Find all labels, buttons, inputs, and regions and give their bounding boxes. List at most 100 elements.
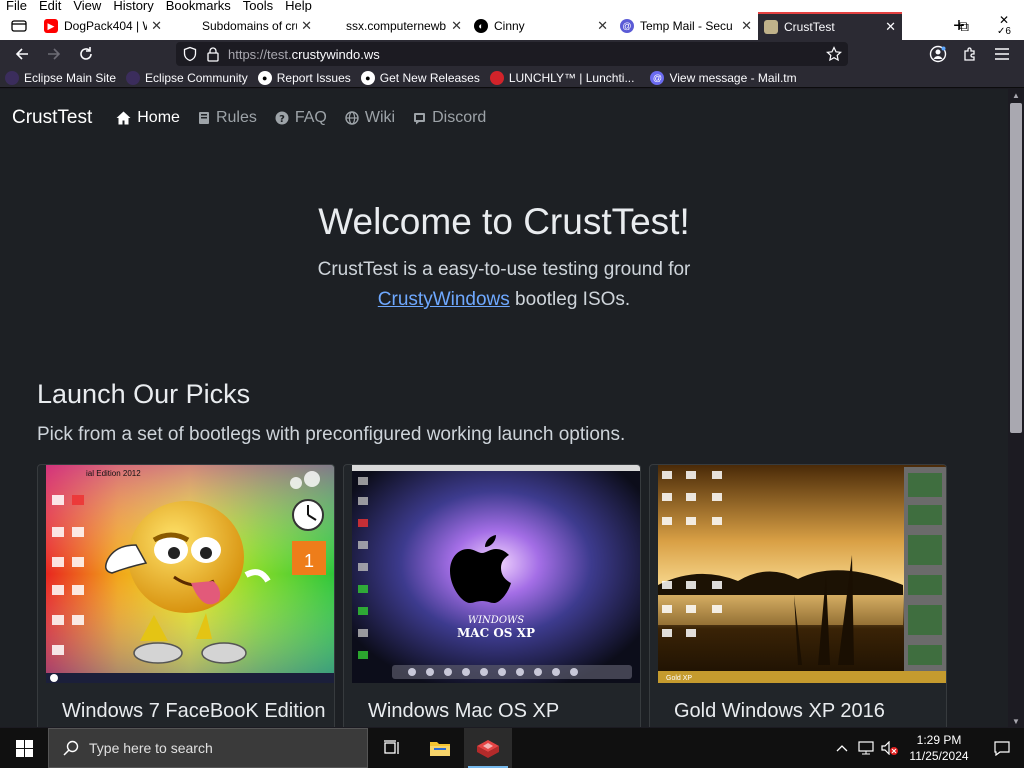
site-brand[interactable]: CrustTest (12, 107, 92, 129)
crustywindows-link[interactable]: CrustyWindows (378, 289, 510, 310)
bookmark-eclipse-main[interactable]: Eclipse Main Site (0, 70, 121, 85)
close-icon[interactable]: ✕ (597, 18, 608, 34)
volume-muted-icon[interactable] (878, 741, 902, 755)
lunchly-icon (489, 70, 504, 85)
taskbar-search[interactable]: Type here to search (48, 728, 368, 768)
chevron-up-icon[interactable] (830, 744, 854, 752)
toolbar-right (922, 40, 1018, 68)
firefox-icon (477, 740, 499, 758)
taskbar-clock[interactable]: 1:29 PM 11/25/2024 (908, 732, 970, 764)
tab-ssx[interactable]: ssx.computernewb.cc ✕ (318, 12, 468, 40)
win7-facebook-screenshot: ial Edition 2012 1 (46, 465, 334, 683)
hero-line-1: CrustTest is a easy-to-use testing groun… (317, 259, 691, 280)
site-navbar: CrustTest Home Rules ? FAQ Wiki Discord (0, 89, 1008, 147)
firefox-taskbar-button[interactable] (464, 728, 512, 768)
menu-view[interactable]: View (67, 0, 107, 12)
search-icon (63, 740, 79, 756)
url-bar[interactable]: https://test.crustywindo.ws (176, 42, 848, 66)
restore-button[interactable]: ⧉ (944, 12, 984, 40)
menu-tools[interactable]: Tools (237, 0, 279, 12)
tab-crusttest[interactable]: CrustTest ✕ (758, 12, 902, 40)
puzzle-icon (964, 47, 975, 61)
menu-edit[interactable]: Edit (33, 0, 67, 12)
account-button[interactable] (922, 40, 954, 68)
bookmark-lunchly[interactable]: LUNCHLY™ | Lunchti... (485, 70, 640, 85)
arrow-left-icon (15, 48, 28, 60)
question-icon: ? (275, 111, 289, 125)
page-scrollbar[interactable]: ▲ ▼ (1008, 89, 1024, 727)
back-button[interactable] (6, 40, 38, 68)
at-icon: @ (650, 70, 665, 85)
tab-cinny[interactable]: ◐ Cinny ✕ (468, 12, 614, 40)
file-explorer-button[interactable] (416, 728, 464, 768)
scroll-thumb[interactable] (1010, 103, 1022, 433)
tab-subdomains[interactable]: Subdomains of crusty ✕ (168, 12, 318, 40)
svg-text:1: 1 (304, 551, 314, 571)
card-win7-facebook[interactable]: ial Edition 2012 1 Windows 7 FaceBooK Ed… (37, 464, 335, 727)
nav-home[interactable]: Home (116, 109, 180, 127)
nav-discord[interactable]: Discord (413, 109, 486, 127)
bookmark-report-issues[interactable]: ● Report Issues (253, 70, 356, 85)
svg-text:MAC OS XP: MAC OS XP (457, 626, 535, 640)
github-icon: ● (360, 70, 375, 85)
close-icon[interactable]: ✕ (885, 19, 896, 35)
extensions-button[interactable] (954, 40, 986, 68)
card-gold-xp[interactable]: Gold XP Gold Windows XP 2016 (649, 464, 947, 727)
close-icon[interactable]: ✕ (301, 18, 312, 34)
reload-button[interactable] (70, 40, 102, 68)
bookmark-eclipse-community[interactable]: Eclipse Community (121, 70, 253, 85)
nav-wiki[interactable]: Wiki (345, 109, 395, 127)
menu-help[interactable]: Help (279, 0, 318, 12)
clock-time: 1:29 PM (916, 733, 962, 747)
nav-faq[interactable]: ? FAQ (275, 109, 327, 127)
star-icon[interactable] (826, 46, 842, 62)
scroll-up-icon[interactable]: ▲ (1008, 89, 1024, 101)
lock-icon[interactable] (206, 46, 220, 62)
windows-logo-icon (15, 739, 33, 757)
search-placeholder: Type here to search (89, 740, 213, 756)
close-icon[interactable]: ✕ (451, 18, 462, 34)
close-icon[interactable]: ✕ (741, 18, 752, 34)
forward-button[interactable] (38, 40, 70, 68)
nav-rules[interactable]: Rules (198, 109, 257, 127)
tab-list-icon (11, 20, 27, 32)
tab-dogpack[interactable]: ▶ DogPack404 | Wil ✕ (38, 12, 168, 40)
hero-line-2: CrustyWindows bootleg ISOs. (377, 289, 631, 310)
close-window-button[interactable]: ✕ ✓6 (984, 12, 1024, 40)
reload-icon (80, 47, 92, 60)
tab-strip: ▶ DogPack404 | Wil ✕ Subdomains of crust… (0, 12, 1024, 40)
shield-icon[interactable] (182, 46, 198, 62)
hero-title: Welcome to CrustTest! (318, 201, 690, 242)
app-menu-button[interactable] (986, 40, 1018, 68)
scroll-down-icon[interactable]: ▼ (1008, 715, 1024, 727)
chevron-down-icon: ✓6 (997, 26, 1011, 37)
section-subtitle: Pick from a set of bootlegs with preconf… (37, 424, 626, 445)
action-center-button[interactable] (980, 728, 1024, 768)
system-tray: 1:29 PM 11/25/2024 (830, 728, 1024, 768)
bookmark-get-releases[interactable]: ● Get New Releases (356, 70, 485, 85)
menu-history[interactable]: History (107, 0, 159, 12)
window-controls: ⧉ ✕ ✓6 (944, 12, 1024, 40)
account-icon (929, 45, 947, 63)
crust-icon (764, 20, 778, 34)
folder-icon (430, 742, 450, 756)
card-title: Gold Windows XP 2016 (674, 700, 885, 722)
url-text[interactable]: https://test.crustywindo.ws (228, 47, 380, 62)
picks-cards: ial Edition 2012 1 Windows 7 FaceBooK Ed… (37, 464, 947, 727)
list-all-tabs-button[interactable] (0, 12, 38, 40)
arrow-right-icon (48, 48, 61, 60)
svg-text:Gold XP: Gold XP (666, 675, 692, 682)
eclipse-icon (5, 70, 19, 85)
bookmark-mailtm[interactable]: @ View message - Mail.tm (645, 70, 801, 85)
card-mac-os-xp[interactable]: WINDOWS MAC OS XP Windows Mac OS XP (343, 464, 641, 727)
menu-bookmarks[interactable]: Bookmarks (160, 0, 237, 12)
tab-tempmail[interactable]: @ Temp Mail - Secu ✕ (614, 12, 758, 40)
task-view-button[interactable] (368, 728, 416, 768)
book-icon (198, 111, 210, 125)
menu-file[interactable]: File (0, 0, 33, 12)
close-icon[interactable]: ✕ (151, 18, 162, 34)
hero-subtitle: CrustTest is a easy-to-use testing groun… (0, 255, 1008, 315)
task-view-icon (384, 740, 399, 754)
start-button[interactable] (0, 728, 48, 768)
network-icon[interactable] (854, 741, 878, 755)
